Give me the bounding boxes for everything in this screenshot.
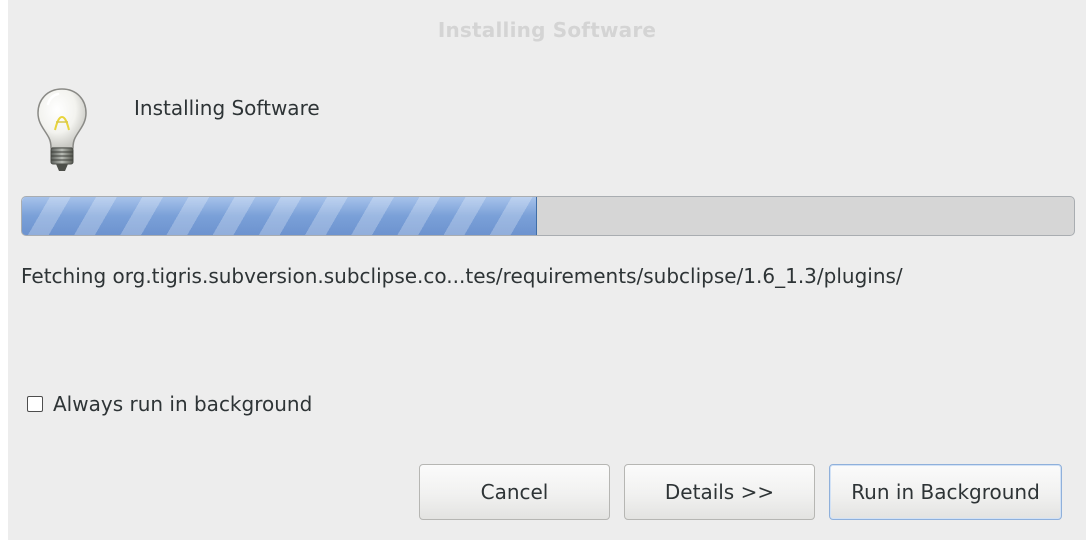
installing-software-dialog: Installing Software Installing Software … — [8, 0, 1086, 540]
always-run-in-background-checkbox[interactable] — [27, 396, 43, 412]
details-button[interactable]: Details >> — [624, 464, 815, 520]
always-run-in-background-option[interactable]: Always run in background — [27, 388, 312, 420]
header-title: Installing Software — [134, 96, 320, 120]
fetch-status-text: Fetching org.tigris.subversion.subclipse… — [21, 264, 903, 288]
cancel-button[interactable]: Cancel — [419, 464, 610, 520]
lightbulb-icon — [34, 86, 90, 174]
window-title: Installing Software — [437, 18, 657, 42]
install-progress-bar — [21, 196, 1075, 236]
always-run-in-background-label: Always run in background — [53, 392, 313, 416]
run-in-background-button[interactable]: Run in Background — [829, 464, 1062, 520]
progress-bar-fill — [22, 197, 538, 235]
